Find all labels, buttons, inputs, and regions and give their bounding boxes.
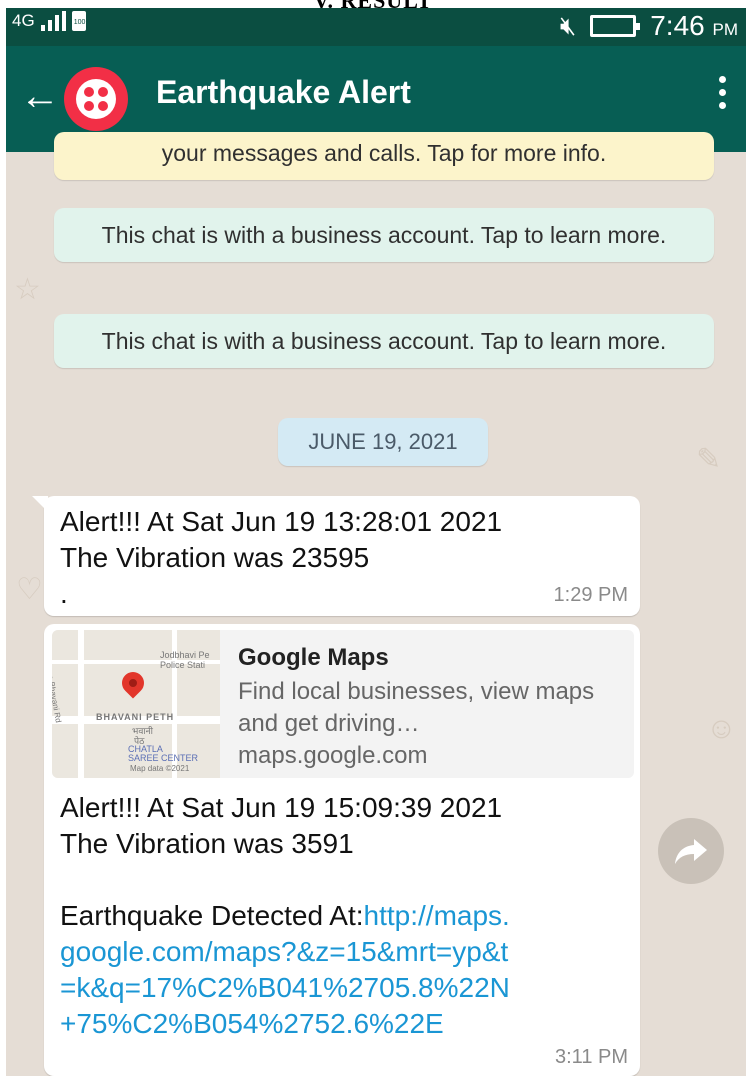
page-caption: V. RESULT	[313, 0, 433, 13]
forward-icon[interactable]	[658, 818, 724, 884]
preview-description: Find local businesses, view maps and get…	[238, 678, 595, 737]
message-bubble[interactable]: Alert!!! At Sat Jun 19 13:28:01 2021 The…	[32, 496, 640, 616]
signal-icon	[40, 11, 66, 31]
map-label: Map data ©2021	[130, 764, 190, 773]
battery-saver-icon: 100	[71, 11, 86, 31]
wallpaper-doodle-icon: ♡	[16, 573, 43, 606]
wallpaper-doodle-icon: ☆	[14, 273, 41, 306]
map-label: Jodbhavi Pe	[160, 650, 210, 660]
contact-avatar[interactable]	[64, 67, 128, 131]
twilio-logo-icon	[76, 79, 116, 119]
more-options-icon[interactable]	[719, 76, 726, 109]
battery-icon	[590, 15, 641, 37]
message-prefix: Earthquake Detected At:	[60, 900, 364, 931]
chat-title[interactable]: Earthquake Alert	[156, 74, 411, 111]
chat-area[interactable]: ☆ ✎ ♡ ☺ your messages and calls. Tap for…	[6, 132, 746, 1076]
preview-domain: maps.google.com	[238, 742, 428, 769]
message-line: Alert!!! At Sat Jun 19 15:09:39 2021	[60, 792, 503, 823]
encryption-notice[interactable]: your messages and calls. Tap for more in…	[54, 132, 714, 180]
network-type: 4G	[12, 11, 35, 30]
message-time: 3:11 PM	[555, 1046, 628, 1068]
message-text: Alert!!! At Sat Jun 19 13:28:01 2021 The…	[60, 506, 503, 609]
wallpaper-doodle-icon: ✎	[696, 443, 722, 476]
status-time: 7:46 PM	[650, 10, 738, 41]
map-label: Rupa Bhavani Rd	[52, 660, 63, 724]
status-left: 4G 100	[12, 11, 86, 31]
message-bubble[interactable]: Jodbhavi Pe Police Stati BHAVANI PETH भव…	[44, 624, 640, 1076]
preview-title: Google Maps	[238, 644, 389, 671]
phone-screen: 4G 100 🔇︎ 7:46 PM ← Earthquake Alert ☆ ✎…	[6, 8, 746, 1076]
map-label: BHAVANI PETH	[96, 712, 175, 722]
map-label: Police Stati	[160, 660, 206, 670]
bubble-tail	[32, 496, 48, 512]
mute-icon: 🔇︎	[559, 10, 577, 40]
message-text: Alert!!! At Sat Jun 19 15:09:39 2021 The…	[60, 790, 630, 1042]
date-chip: JUNE 19, 2021	[278, 418, 488, 466]
message-time: 1:29 PM	[553, 584, 628, 606]
back-arrow-icon[interactable]: ←	[20, 76, 60, 116]
business-notice[interactable]: This chat is with a business account. Ta…	[54, 314, 714, 368]
map-thumbnail: Jodbhavi Pe Police Stati BHAVANI PETH भव…	[52, 630, 220, 778]
status-right: 🔇︎ 7:46 PM	[560, 10, 738, 42]
wallpaper-doodle-icon: ☺	[706, 712, 737, 745]
message-line: The Vibration was 3591	[60, 828, 354, 859]
status-bar: 4G 100 🔇︎ 7:46 PM	[6, 8, 746, 46]
business-notice[interactable]: This chat is with a business account. Ta…	[54, 208, 714, 262]
link-preview[interactable]: Jodbhavi Pe Police Stati BHAVANI PETH भव…	[52, 630, 634, 778]
map-label: SAREE CENTER	[128, 753, 199, 763]
map-pin-icon	[117, 667, 149, 699]
